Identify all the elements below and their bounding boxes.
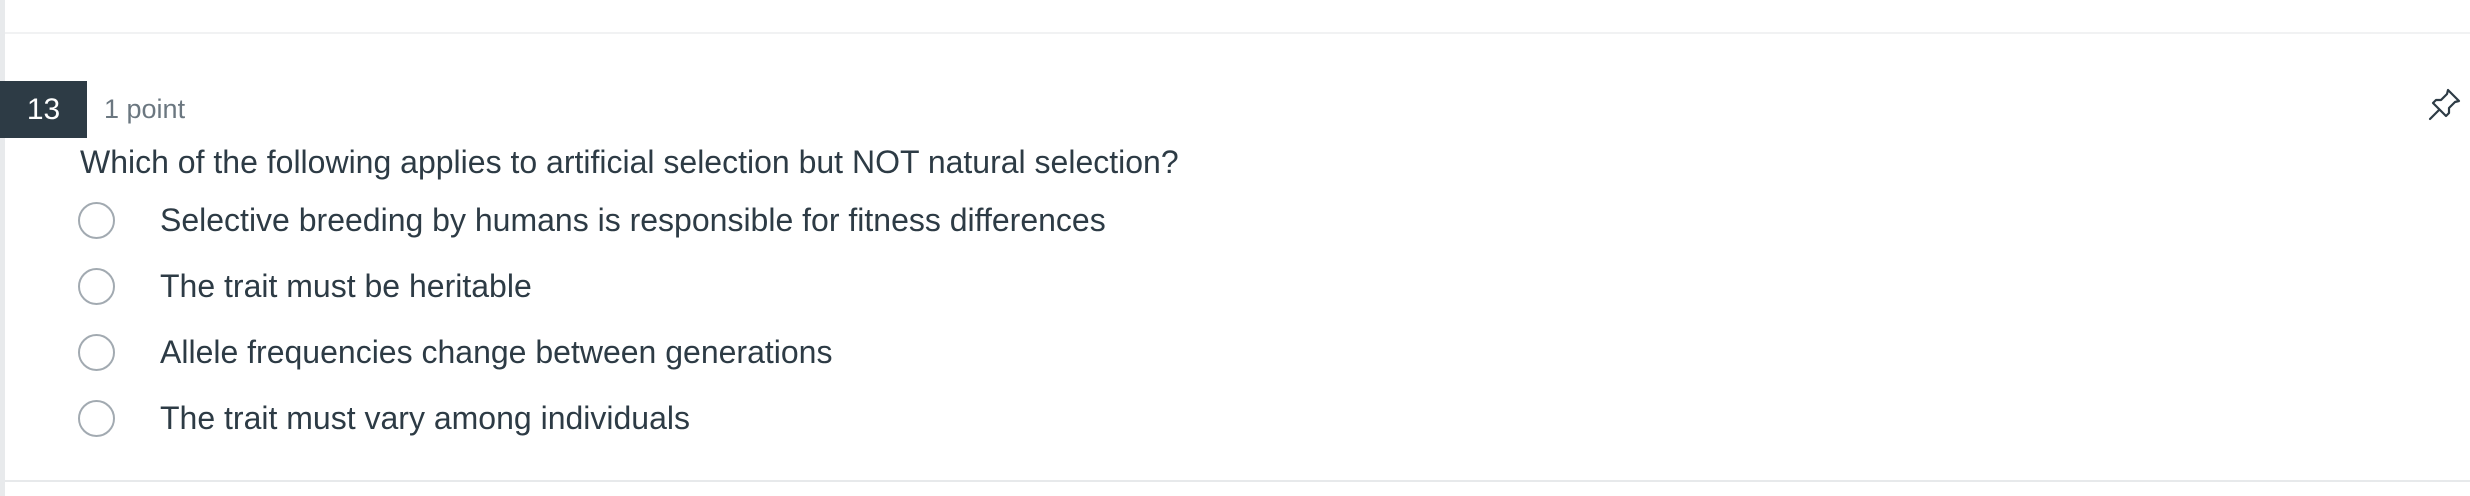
answer-option-label[interactable]: Selective breeding by humans is responsi… <box>160 198 1106 242</box>
bottom-divider <box>5 480 2470 482</box>
radio-unchecked-icon[interactable] <box>78 267 115 305</box>
radio-unchecked-icon[interactable] <box>78 201 115 239</box>
question-text: Which of the following applies to artifi… <box>80 144 1179 180</box>
answer-option-2[interactable]: The trait must be heritable <box>78 261 1278 311</box>
left-border <box>0 0 5 496</box>
question-points: 1 point <box>104 94 186 124</box>
pin-icon <box>2428 88 2461 121</box>
radio-unchecked-icon[interactable] <box>78 399 115 437</box>
answer-option-3[interactable]: Allele frequencies change between genera… <box>78 327 1278 377</box>
answer-option-label[interactable]: The trait must vary among individuals <box>160 396 690 440</box>
answer-option-label[interactable]: Allele frequencies change between genera… <box>160 330 832 374</box>
answer-option-4[interactable]: The trait must vary among individuals <box>78 393 1278 443</box>
answer-option-label[interactable]: The trait must be heritable <box>160 264 532 308</box>
pin-question-button[interactable] <box>2425 84 2465 124</box>
question-number-badge: 13 <box>0 81 87 138</box>
radio-unchecked-icon[interactable] <box>78 333 115 371</box>
top-divider <box>5 32 2470 34</box>
answer-option-1[interactable]: Selective breeding by humans is responsi… <box>78 195 1278 245</box>
